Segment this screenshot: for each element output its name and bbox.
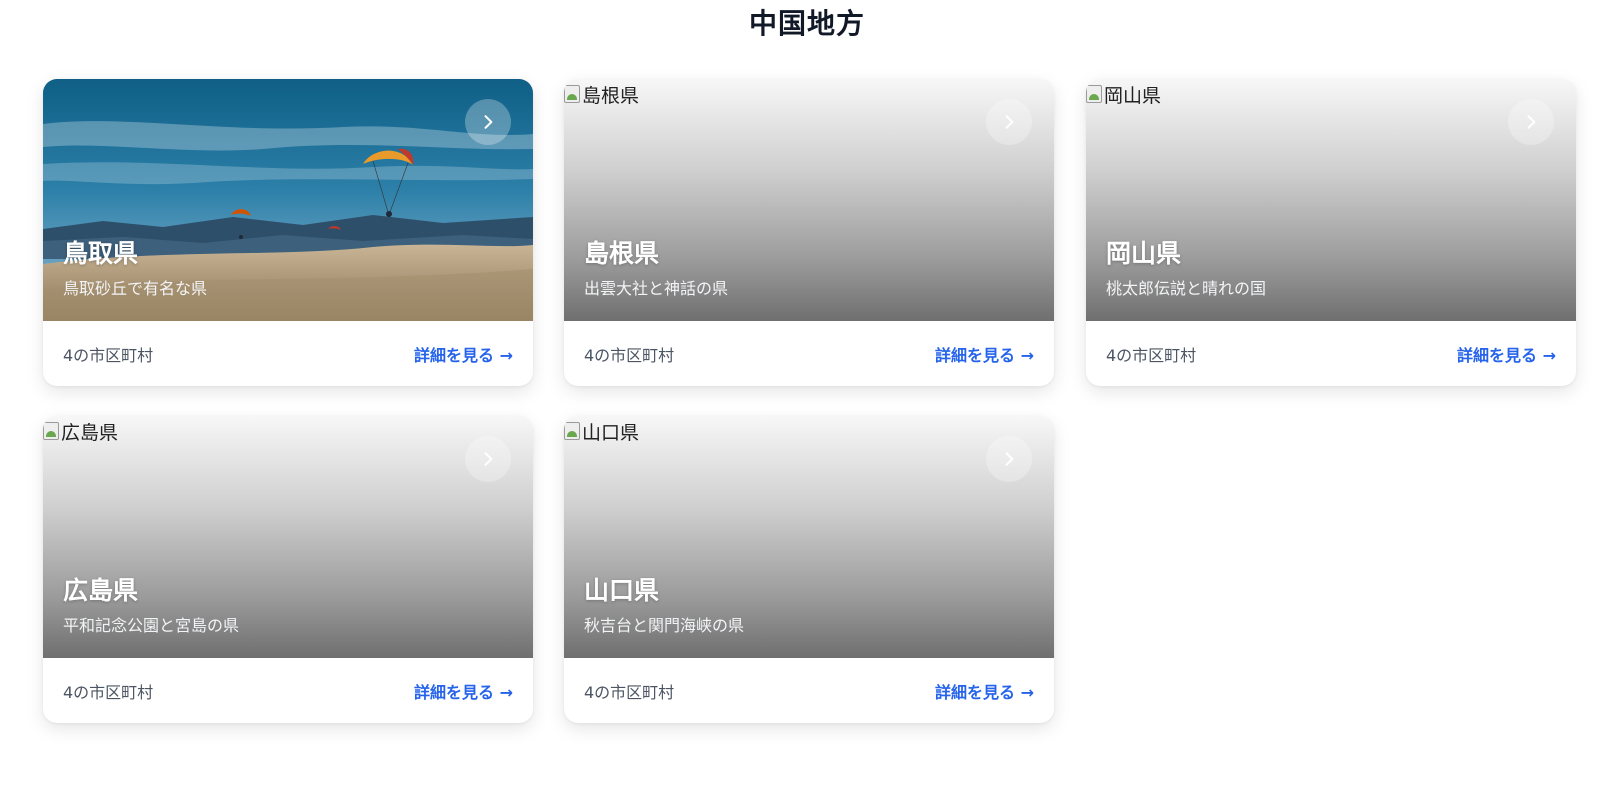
prefecture-card-tottori[interactable]: 鳥取県 鳥取砂丘で有名な県 4の市区町村 詳細を見る → [43, 79, 533, 386]
card-caption: 鳥取県 鳥取砂丘で有名な県 [63, 237, 207, 301]
chevron-right-icon [1527, 115, 1536, 129]
open-card-button[interactable] [986, 436, 1032, 482]
image-alt-text: 岡山県 [1104, 84, 1162, 107]
municipality-count: 4の市区町村 [1106, 345, 1197, 365]
card-image: 鳥取県 鳥取砂丘で有名な県 [43, 79, 533, 321]
prefecture-card-hiroshima[interactable]: 広島県 広島県 平和記念公園と宮島の県 4の市区町村 詳細を見る → [43, 416, 533, 723]
chevron-right-icon [484, 115, 493, 129]
prefecture-description: 秋吉台と関門海峡の県 [584, 616, 745, 635]
chevron-right-icon [484, 452, 493, 466]
card-image: 島根県 島根県 出雲大社と神話の県 [564, 79, 1054, 321]
card-footer: 4の市区町村 詳細を見る → [564, 658, 1054, 723]
image-alt-text: 島根県 [582, 84, 640, 107]
open-card-button[interactable] [1508, 99, 1554, 145]
broken-image-icon [43, 422, 59, 440]
prefecture-description: 鳥取砂丘で有名な県 [63, 279, 208, 298]
prefecture-card-shimane[interactable]: 島根県 島根県 出雲大社と神話の県 4の市区町村 詳細を見る → [564, 79, 1054, 386]
broken-image-icon [1086, 85, 1102, 103]
prefecture-description: 平和記念公園と宮島の県 [63, 616, 240, 635]
card-caption: 岡山県 桃太郎伝説と晴れの国 [1106, 237, 1266, 301]
open-card-button[interactable] [986, 99, 1032, 145]
region-title: 中国地方 [748, 7, 865, 40]
view-details-link[interactable]: 詳細を見る → [414, 342, 513, 366]
prefecture-name: 島根県 [584, 239, 660, 268]
prefecture-card-okayama[interactable]: 岡山県 岡山県 桃太郎伝説と晴れの国 4の市区町村 詳細を見る → [1086, 79, 1576, 386]
card-footer: 4の市区町村 詳細を見る → [43, 321, 533, 386]
card-caption: 広島県 平和記念公園と宮島の県 [63, 574, 239, 638]
broken-image: 島根県 [564, 83, 640, 107]
view-details-link[interactable]: 詳細を見る → [1457, 342, 1556, 366]
view-details-link[interactable]: 詳細を見る → [414, 679, 513, 703]
prefecture-card-yamaguchi[interactable]: 山口県 山口県 秋吉台と関門海峡の県 4の市区町村 詳細を見る → [564, 416, 1054, 723]
municipality-count: 4の市区町村 [63, 345, 154, 365]
municipality-count: 4の市区町村 [584, 345, 675, 365]
card-footer: 4の市区町村 詳細を見る → [1086, 321, 1576, 386]
card-caption: 島根県 出雲大社と神話の県 [584, 237, 728, 301]
broken-image: 広島県 [43, 420, 119, 444]
card-footer: 4の市区町村 詳細を見る → [564, 321, 1054, 386]
broken-image: 山口県 [564, 420, 640, 444]
card-footer: 4の市区町村 詳細を見る → [43, 658, 533, 723]
card-image: 岡山県 岡山県 桃太郎伝説と晴れの国 [1086, 79, 1576, 321]
municipality-count: 4の市区町村 [63, 682, 154, 702]
broken-image-icon [564, 85, 580, 103]
image-alt-text: 山口県 [582, 421, 640, 444]
municipality-count: 4の市区町村 [584, 682, 675, 702]
broken-image: 岡山県 [1086, 83, 1162, 107]
prefecture-list-page: 中国地方 鳥取県 鳥取砂丘で有名な県 4の市区町村 詳細を見る → 島根県 島根… [0, 0, 1614, 800]
prefecture-name: 広島県 [63, 576, 139, 605]
broken-image-icon [564, 422, 580, 440]
prefecture-description: 桃太郎伝説と晴れの国 [1106, 279, 1267, 298]
prefecture-name: 鳥取県 [63, 239, 139, 268]
chevron-right-icon [1005, 115, 1014, 129]
prefecture-name: 山口県 [584, 576, 660, 605]
open-card-button[interactable] [465, 436, 511, 482]
card-caption: 山口県 秋吉台と関門海峡の県 [584, 574, 744, 638]
view-details-link[interactable]: 詳細を見る → [935, 679, 1034, 703]
card-image: 山口県 山口県 秋吉台と関門海峡の県 [564, 416, 1054, 658]
open-card-button[interactable] [465, 99, 511, 145]
card-image: 広島県 広島県 平和記念公園と宮島の県 [43, 416, 533, 658]
prefecture-name: 岡山県 [1106, 239, 1182, 268]
chevron-right-icon [1005, 452, 1014, 466]
image-alt-text: 広島県 [61, 421, 119, 444]
view-details-link[interactable]: 詳細を見る → [935, 342, 1034, 366]
prefecture-description: 出雲大社と神話の県 [584, 279, 729, 298]
